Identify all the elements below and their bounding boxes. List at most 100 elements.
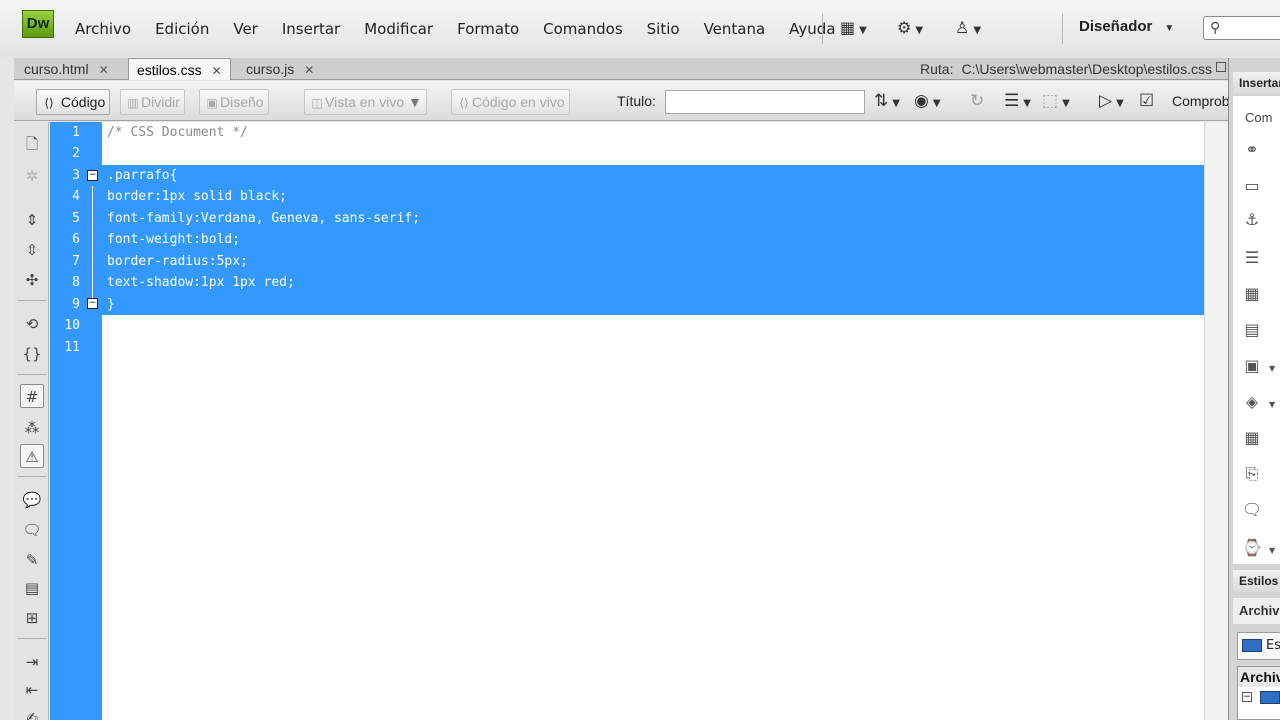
refresh-icon[interactable]: ↻ (970, 91, 984, 111)
remove-comment-icon[interactable]: 🗨 (20, 518, 44, 542)
tab-estilos-css[interactable]: estilos.css ✕ (128, 58, 231, 80)
search-input[interactable]: ⚲ (1203, 16, 1280, 40)
fold-end-icon[interactable]: − (87, 298, 98, 309)
split-view-button[interactable]: ▥ Dividir (120, 89, 185, 115)
layout-icon[interactable]: ▦ ▼ (840, 18, 867, 37)
menu-bar: Dw Archivo Edición Ver Insertar Modifica… (0, 0, 1280, 58)
named-anchor-icon[interactable]: ⚓ (1239, 210, 1265, 232)
menu-ventana[interactable]: Ventana (692, 18, 778, 40)
design-view-button[interactable]: ▣ Diseño (199, 89, 269, 115)
restore-icon[interactable] (1216, 62, 1226, 72)
menu-ver[interactable]: Ver (221, 18, 270, 40)
workspace-switcher[interactable]: Diseñador ▼ (1079, 18, 1174, 35)
live-view-label: Vista en vivo (325, 94, 405, 110)
close-icon[interactable]: ✕ (304, 63, 314, 77)
tab-curso-html[interactable]: curso.html ✕ (16, 58, 117, 80)
sitemap-icon[interactable]: ♙ ▼ (955, 18, 981, 37)
date-icon[interactable]: ▦ (1239, 428, 1265, 450)
close-icon[interactable]: ✕ (99, 63, 109, 77)
outdent-code-icon[interactable]: ⇤ (20, 678, 44, 702)
title-input[interactable] (665, 90, 865, 114)
menu-archivo[interactable]: Archivo (63, 18, 143, 40)
show-code-navigator-icon[interactable]: ✲ (20, 164, 44, 188)
view-options-icon[interactable]: ☰ ▼ (1004, 91, 1031, 111)
tab-curso-js[interactable]: curso.js ✕ (238, 58, 322, 80)
line-numbers-icon[interactable]: # (20, 384, 44, 408)
insert-panel-header[interactable]: Insertar (1233, 72, 1280, 94)
validate-icon[interactable]: ▷ ▼ (1099, 91, 1124, 111)
chevron-down-icon[interactable]: ▼ (1269, 546, 1275, 555)
code-view-button[interactable]: ⟨⟩ Código (36, 89, 111, 115)
document-tab-bar: curso.html ✕ estilos.css ✕ curso.js ✕ Ruta:… (14, 58, 1228, 80)
chevron-down-icon[interactable]: ▼ (1269, 400, 1275, 409)
collapse-selection-icon[interactable]: ⇳ (20, 238, 44, 262)
code-line[interactable]: } (107, 294, 115, 315)
code-line[interactable]: text-shadow:1px 1px red; (107, 272, 295, 293)
code-line[interactable]: border-radius:5px; (107, 251, 248, 272)
preview-browser-icon[interactable]: ◉ ▼ (914, 91, 941, 111)
indent-code-icon[interactable]: ⇥ (20, 650, 44, 674)
line-number: 5 (72, 211, 80, 226)
hyperlink-icon[interactable]: ⚭ (1239, 140, 1265, 162)
horizontal-rule-icon[interactable]: ☰ (1239, 248, 1265, 270)
comment-icon[interactable]: 🗨 (1239, 500, 1265, 522)
site-select[interactable]: Es (1237, 632, 1280, 660)
open-documents-icon[interactable]: 🗋 (20, 132, 44, 156)
code-editor[interactable]: /* CSS Document */ .parrafo{ border:1px … (102, 122, 1228, 720)
menu-modificar[interactable]: Modificar (352, 18, 445, 40)
line-number: 7 (72, 254, 80, 269)
table-icon[interactable]: ▦ (1239, 284, 1265, 306)
move-css-icon[interactable]: ⊞ (20, 606, 44, 630)
menu-insertar[interactable]: Insertar (270, 18, 352, 40)
menu-ayuda[interactable]: Ayuda (777, 18, 847, 40)
files-panel-tab[interactable]: Archivos (1233, 598, 1280, 624)
code-line[interactable]: .parrafo{ (107, 165, 177, 186)
tab-label: curso.js (246, 61, 295, 77)
tree-collapse-icon[interactable]: − (1242, 692, 1252, 702)
menu-sitio[interactable]: Sitio (635, 18, 692, 40)
code-line[interactable]: font-weight:bold; (107, 229, 240, 250)
code-line[interactable]: /* CSS Document */ (107, 122, 248, 143)
syntax-error-alerts-icon[interactable]: ⚠ (20, 444, 44, 468)
close-icon[interactable]: ✕ (212, 64, 222, 78)
menu-formato[interactable]: Formato (445, 18, 531, 40)
select-parent-tag-icon[interactable]: ⟲ (20, 312, 44, 336)
recent-snippets-icon[interactable]: ▤ (20, 576, 44, 600)
live-view-icon: ◫ (311, 96, 323, 110)
expand-all-icon[interactable]: ✣ (20, 268, 44, 292)
email-link-icon[interactable]: ▭ (1239, 176, 1265, 198)
insert-div-icon[interactable]: ▤ (1239, 320, 1265, 342)
line-number-gutter: 1 2 3 4 5 6 7 8 9 10 11 − − (50, 122, 102, 720)
code-line[interactable]: border:1px solid black; (107, 186, 287, 207)
check-browser-icon[interactable]: ☑ (1139, 91, 1154, 111)
live-code-button[interactable]: ⟨⟩ Código en vivo (451, 89, 570, 115)
gear-icon[interactable]: ⚙ ▼ (897, 18, 923, 37)
title-label: Título: (617, 93, 656, 109)
collapse-full-tag-icon[interactable]: ⇕ (20, 208, 44, 232)
file-path: Ruta: C:\Users\webmaster\Desktop\estilos.… (920, 58, 1212, 80)
apply-comment-icon[interactable]: 💬 (20, 488, 44, 512)
media-icon[interactable]: ◈ (1239, 392, 1265, 414)
code-line[interactable]: font-family:Verdana, Geneva, sans-serif; (107, 208, 420, 229)
vertical-scrollbar[interactable] (1204, 122, 1228, 720)
highlight-invalid-code-icon[interactable]: ⁂ (20, 416, 44, 440)
live-view-button[interactable]: ◫ Vista en vivo ▼ (304, 89, 427, 115)
chevron-down-icon[interactable]: ▼ (1269, 364, 1275, 373)
images-icon[interactable]: ▣ (1239, 356, 1265, 378)
insert-category-select[interactable]: Com (1245, 110, 1272, 125)
styles-panel-header[interactable]: Estilos (1233, 570, 1280, 592)
format-source-icon[interactable]: ✍ (20, 706, 44, 720)
fold-collapse-icon[interactable]: − (87, 170, 98, 181)
head-icon[interactable]: ⌚ (1239, 538, 1265, 560)
balance-braces-icon[interactable]: {} (20, 342, 44, 366)
wrap-tag-icon[interactable]: ✎ (20, 548, 44, 572)
code-view-label: Código (60, 94, 106, 110)
menu-comandos[interactable]: Comandos (531, 18, 634, 40)
line-number: 2 (72, 146, 80, 161)
visual-aids-icon[interactable]: ⬚ ▼ (1042, 91, 1070, 111)
server-side-include-icon[interactable]: ⎘ (1239, 464, 1265, 486)
site-folder-icon[interactable] (1260, 691, 1280, 704)
file-management-icon[interactable]: ⇅ ▼ (874, 91, 900, 111)
menu-edicion[interactable]: Edición (143, 18, 221, 40)
menu-separator (1062, 14, 1063, 44)
